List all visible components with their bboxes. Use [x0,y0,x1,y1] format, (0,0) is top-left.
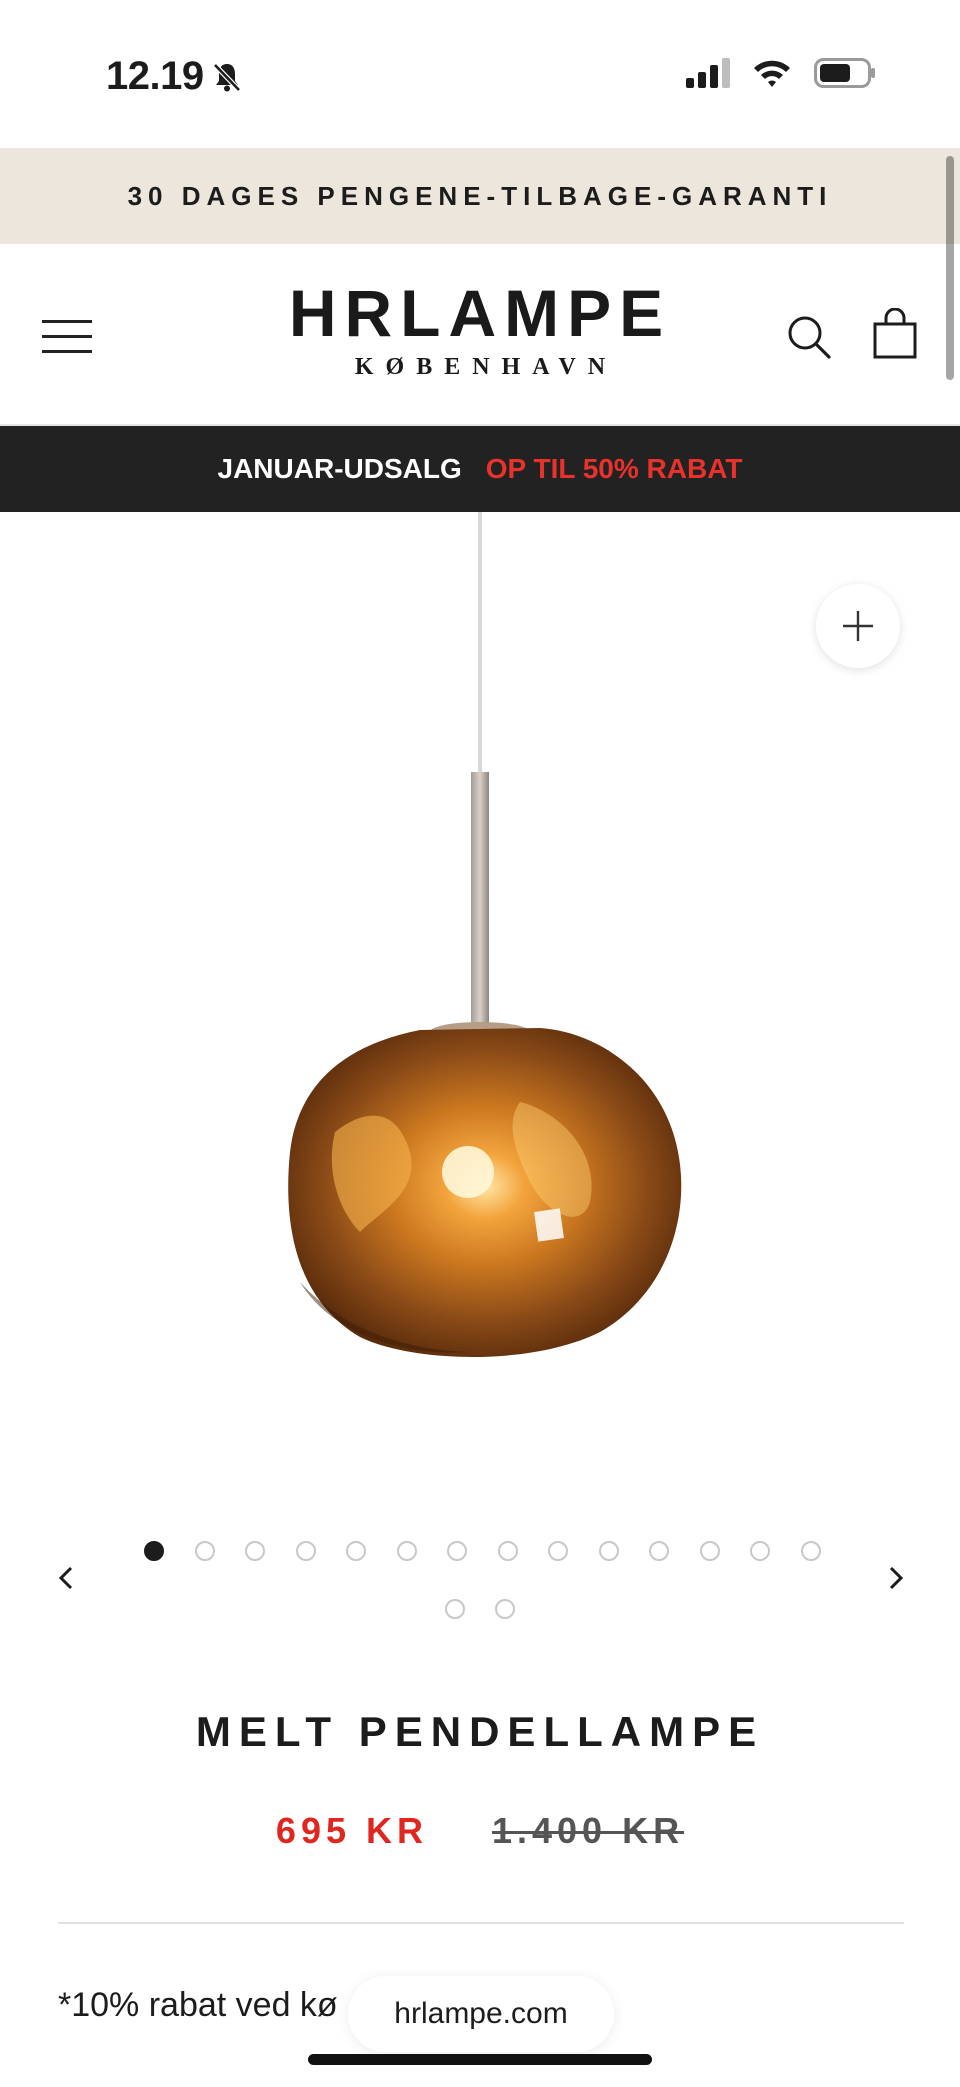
wifi-icon [754,60,790,87]
zoom-plus-icon [843,611,873,641]
promo-offer: OP TIL 50% RABAT [485,453,743,484]
scrollbar[interactable] [946,156,954,380]
carousel-dot[interactable] [649,1541,669,1561]
search-icon[interactable] [786,314,832,360]
bell-muted-icon [212,62,241,92]
carousel-dot[interactable] [295,1541,316,1561]
url-bar[interactable]: hrlampe.com [348,1976,614,2052]
status-icons [686,58,876,88]
status-time-text: 12.19 [106,54,204,98]
battery-icon [814,58,875,88]
status-bar: 12.19 [0,0,960,148]
carousel-dot[interactable] [396,1541,417,1561]
carousel-dot[interactable] [194,1541,215,1561]
url-text: hrlampe.com [394,1997,568,2030]
promo-label: JANUAR-UDSALG [217,453,462,484]
carousel-dot[interactable] [497,1541,518,1561]
product-image[interactable] [0,512,960,1472]
carousel-dot[interactable] [699,1541,720,1561]
carousel-dot[interactable] [447,1541,467,1561]
carousel-dot[interactable] [598,1541,619,1561]
site-header: HRLAMPE KØBENHAVN [0,244,960,426]
carousel-dot[interactable] [346,1541,366,1561]
carousel-dot[interactable] [245,1541,265,1561]
discount-note: *10% rabat ved kø [58,1986,338,2024]
price-row: 695 KR 1.400 KR [0,1810,960,1852]
carousel-dot[interactable] [144,1541,164,1561]
carousel-dot[interactable] [750,1541,770,1561]
product-title: MELT PENDELLAMPE [195,1708,765,1755]
announcement-text: 30 DAGES PENGENE-TILBAGE-GARANTI [127,180,833,211]
original-price: 1.400 KR [491,1810,685,1851]
carousel-dot[interactable] [800,1541,821,1561]
status-time: 12.19 [106,54,244,99]
announcement-bar: 30 DAGES PENGENE-TILBAGE-GARANTI [0,148,960,244]
sale-price: 695 KR [275,1810,428,1851]
cart-icon[interactable] [872,308,918,360]
carousel-dot[interactable] [444,1599,465,1619]
chevron-left-icon[interactable] [52,1560,80,1596]
carousel-dot[interactable] [495,1599,516,1619]
product-photo [288,512,682,1357]
signal-icon [686,58,730,88]
divider [58,1922,904,1924]
home-indicator[interactable] [308,2054,652,2065]
carousel-dot[interactable] [548,1541,568,1561]
zoom-button[interactable] [816,584,900,668]
promo-banner[interactable]: JANUAR-UDSALG OP TIL 50% RABAT [0,426,960,512]
chevron-right-icon[interactable] [882,1560,910,1596]
